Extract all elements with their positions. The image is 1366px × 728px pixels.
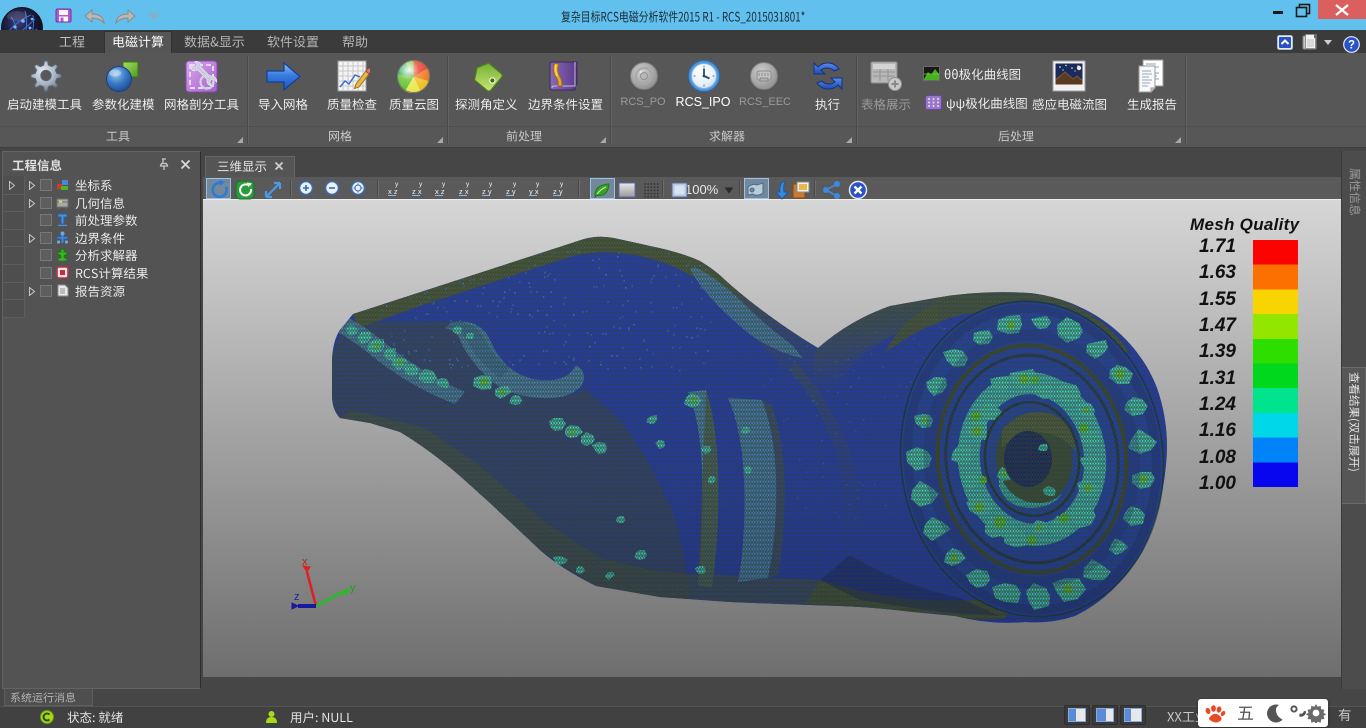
svg-text:?: ?: [1348, 40, 1355, 52]
svg-text:x z: x z: [388, 187, 398, 196]
svg-text:x z: x z: [435, 187, 445, 196]
svg-text:z x: z x: [459, 187, 469, 196]
svg-text:z: z: [294, 591, 300, 603]
svg-text:z x: z x: [412, 187, 422, 196]
svg-text:x: x: [302, 556, 308, 568]
svg-text:z y: z y: [553, 187, 563, 196]
svg-text:z y: z y: [482, 187, 492, 196]
svg-text:y: y: [350, 582, 356, 594]
svg-text:z y: z y: [506, 187, 516, 196]
svg-text:y x: y x: [529, 187, 539, 196]
